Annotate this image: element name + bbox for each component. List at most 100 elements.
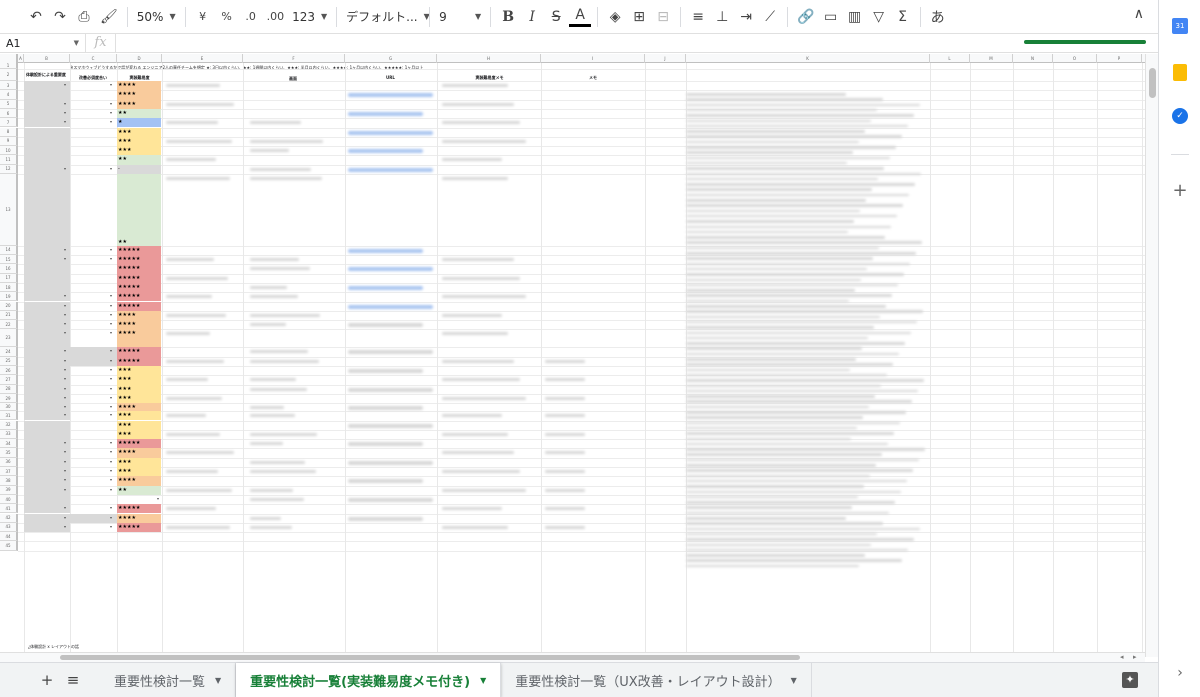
importance-cell[interactable] bbox=[24, 429, 70, 440]
difficulty-stars[interactable]: ★★★ bbox=[117, 146, 161, 156]
text-rotation-icon[interactable]: ⟋ bbox=[759, 5, 781, 29]
row-header[interactable]: 34 bbox=[0, 439, 18, 449]
row-header[interactable]: 12 bbox=[0, 164, 18, 174]
row-header[interactable]: 24 bbox=[0, 347, 18, 357]
difficulty-stars[interactable]: ★★ bbox=[117, 485, 161, 495]
row-header[interactable]: 13 bbox=[0, 173, 18, 246]
column-header-p[interactable]: P bbox=[1097, 54, 1142, 63]
row-header[interactable]: 3 bbox=[0, 81, 18, 91]
tab-sheet-2[interactable]: 重要性検討一覧(実装難易度メモ付き) ▼ bbox=[236, 663, 502, 697]
dropdown-arrow-icon[interactable]: ▾ bbox=[64, 449, 66, 454]
keep-icon[interactable] bbox=[1170, 62, 1190, 82]
dropdown-arrow-icon[interactable]: ▾ bbox=[110, 166, 112, 171]
row-header[interactable]: 6 bbox=[0, 108, 18, 119]
all-sheets-icon[interactable]: ≡ bbox=[60, 667, 86, 693]
row-header[interactable]: 4 bbox=[0, 90, 18, 100]
difficulty-stars[interactable]: ★★★★★ bbox=[117, 522, 161, 533]
horizontal-scrollbar[interactable]: ◂ ▸ bbox=[0, 652, 1145, 662]
difficulty-stars[interactable]: ★★★ bbox=[117, 136, 161, 147]
dropdown-arrow-icon[interactable]: ▾ bbox=[64, 477, 66, 482]
difficulty-stars[interactable]: ★★★★ bbox=[117, 476, 161, 486]
column-header-h[interactable]: H bbox=[437, 54, 541, 63]
difficulty-stars[interactable]: ★★★ bbox=[117, 429, 161, 440]
dropdown-arrow-icon[interactable]: ▾ bbox=[110, 247, 112, 252]
collapse-menu-icon[interactable]: ∧ bbox=[1134, 6, 1144, 22]
dropdown-arrow-icon[interactable]: ▾ bbox=[64, 412, 66, 417]
dropdown-arrow-icon[interactable]: ▾ bbox=[64, 487, 66, 492]
difficulty-stars[interactable]: ★★★ bbox=[117, 375, 161, 385]
column-header-m[interactable]: M bbox=[970, 54, 1013, 63]
dropdown-arrow-icon[interactable]: ▾ bbox=[64, 505, 66, 510]
difficulty-stars[interactable]: ★★ bbox=[117, 173, 161, 246]
tasks-icon[interactable]: ✓ bbox=[1170, 106, 1190, 126]
font-size-select[interactable]: 9 ▼ bbox=[435, 5, 485, 29]
difficulty-stars[interactable]: ★★★★ bbox=[117, 513, 161, 523]
row-header[interactable]: 41 bbox=[0, 504, 18, 514]
row-header[interactable]: 15 bbox=[0, 255, 18, 265]
column-header-i[interactable]: I bbox=[541, 54, 645, 63]
dropdown-arrow-icon[interactable]: ▾ bbox=[64, 440, 66, 445]
vertical-scrollbar[interactable] bbox=[1145, 54, 1158, 657]
dropdown-arrow-icon[interactable]: ▾ bbox=[110, 468, 112, 473]
difficulty-stars[interactable]: ★★★ bbox=[117, 393, 161, 404]
dropdown-arrow-icon[interactable]: ▾ bbox=[110, 477, 112, 482]
dropdown-arrow-icon[interactable]: ▾ bbox=[64, 321, 66, 326]
difficulty-stars[interactable]: ★★★★★ bbox=[117, 356, 161, 366]
font-select[interactable]: デフォルト... ▼ bbox=[342, 5, 430, 29]
row-header[interactable]: 20 bbox=[0, 301, 18, 311]
paint-format-icon[interactable]: 🖌 bbox=[97, 5, 121, 29]
increase-decimal-button[interactable]: .00 bbox=[264, 5, 288, 29]
undo-icon[interactable]: ↶ bbox=[25, 5, 47, 29]
dropdown-arrow-icon[interactable]: ▾ bbox=[110, 82, 112, 87]
difficulty-stars[interactable]: ★★★★ bbox=[117, 403, 161, 412]
row-header[interactable]: 17 bbox=[0, 273, 18, 283]
dropdown-arrow-icon[interactable]: ▾ bbox=[64, 119, 66, 124]
calendar-icon[interactable]: 31 bbox=[1170, 16, 1190, 36]
print-icon[interactable]: ⎙ bbox=[73, 5, 95, 29]
difficulty-stars[interactable]: ★★★★ bbox=[117, 81, 161, 91]
difficulty-stars[interactable]: ★★★ bbox=[117, 366, 161, 376]
column-header-n[interactable]: N bbox=[1013, 54, 1053, 63]
dropdown-arrow-icon[interactable]: ▾ bbox=[110, 395, 112, 400]
borders-icon[interactable]: ⊞ bbox=[628, 5, 650, 29]
column-header-k[interactable]: K bbox=[686, 54, 930, 63]
row-header[interactable]: 10 bbox=[0, 146, 18, 156]
column-header-j[interactable]: J bbox=[645, 54, 686, 63]
dropdown-arrow-icon[interactable]: ▾ bbox=[110, 293, 112, 298]
row-header[interactable]: 45 bbox=[0, 541, 18, 551]
difficulty-stars[interactable]: ★★★★ bbox=[117, 329, 161, 348]
dropdown-arrow-icon[interactable]: ▾ bbox=[64, 515, 66, 520]
column-header-o[interactable]: O bbox=[1053, 54, 1097, 63]
row-header[interactable]: 36 bbox=[0, 457, 18, 467]
chevron-down-icon[interactable]: ▼ bbox=[791, 676, 797, 685]
row-header[interactable]: 19 bbox=[0, 292, 18, 302]
dropdown-arrow-icon[interactable]: ▾ bbox=[110, 376, 112, 381]
row-header[interactable]: 9 bbox=[0, 136, 18, 147]
row-header[interactable]: 22 bbox=[0, 320, 18, 330]
dropdown-arrow-icon[interactable]: ▾ bbox=[110, 110, 112, 115]
percent-format-button[interactable]: % bbox=[216, 5, 238, 29]
difficulty-stars[interactable]: ★ bbox=[117, 118, 161, 128]
dropdown-arrow-icon[interactable]: ▾ bbox=[110, 367, 112, 372]
column-header-g[interactable]: G bbox=[345, 54, 437, 63]
sheet-grid[interactable]: ABCDEFGHIJKLMNOP 1 2 3 4 5 6 7 8 9 10 11 12 13 14 15 16… bbox=[0, 54, 1145, 657]
dropdown-arrow-icon[interactable]: ▾ bbox=[64, 367, 66, 372]
dropdown-arrow-icon[interactable]: ▾ bbox=[64, 404, 66, 409]
row-header[interactable]: 38 bbox=[0, 476, 18, 486]
dropdown-arrow-icon[interactable]: ▾ bbox=[64, 166, 66, 171]
row-header[interactable]: 35 bbox=[0, 448, 18, 458]
merge-cells-icon[interactable]: ⊟ bbox=[652, 5, 674, 29]
row-header[interactable]: 23 bbox=[0, 329, 18, 348]
row-header[interactable]: 42 bbox=[0, 513, 18, 523]
dropdown-arrow-icon[interactable]: ▾ bbox=[157, 496, 159, 501]
difficulty-stars[interactable]: ★★★ bbox=[117, 467, 161, 477]
decrease-decimal-button[interactable]: .0 bbox=[240, 5, 262, 29]
row-header[interactable]: 2 bbox=[0, 69, 18, 81]
dropdown-arrow-icon[interactable]: ▾ bbox=[110, 312, 112, 317]
dropdown-arrow-icon[interactable]: ▾ bbox=[110, 358, 112, 363]
name-box[interactable]: A1 ▼ bbox=[0, 34, 86, 52]
difficulty-stars[interactable]: ★★★★★ bbox=[117, 245, 161, 255]
difficulty-stars[interactable]: - bbox=[117, 164, 161, 174]
difficulty-stars[interactable]: ★★★★ bbox=[117, 90, 161, 100]
dropdown-arrow-icon[interactable]: ▾ bbox=[64, 386, 66, 391]
